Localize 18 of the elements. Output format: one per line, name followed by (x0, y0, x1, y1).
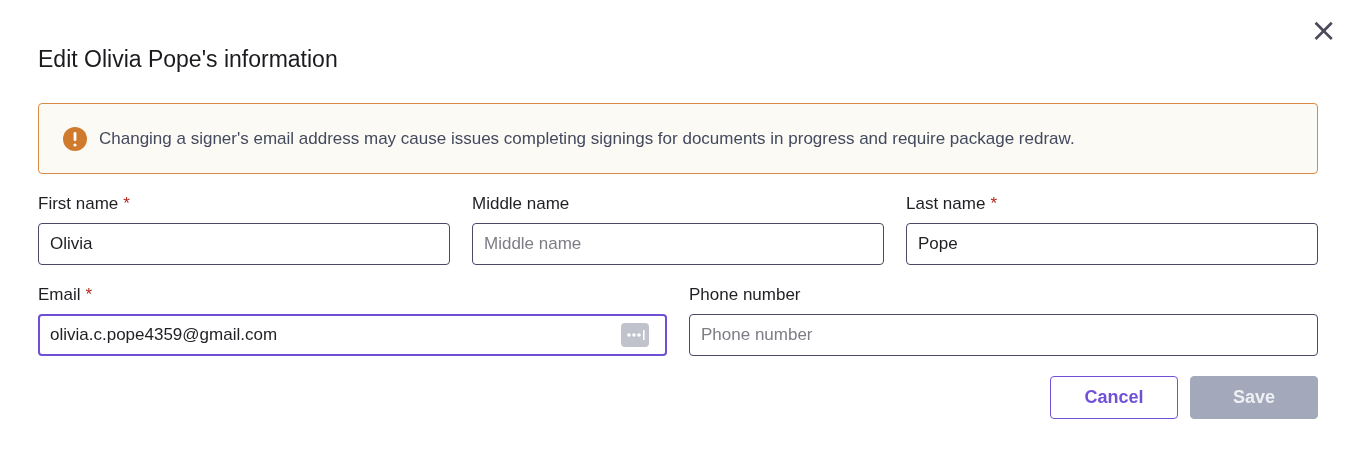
password-manager-icon[interactable] (621, 323, 649, 347)
required-mark: * (990, 194, 997, 214)
input-field[interactable]: Pope (906, 223, 1318, 265)
input-field[interactable]: Phone number (689, 314, 1318, 356)
cancel-button[interactable]: Cancel (1050, 376, 1178, 419)
input-field[interactable]: Olivia (38, 223, 450, 265)
required-mark: * (123, 194, 130, 214)
dialog-title: Edit Olivia Pope's information (38, 45, 339, 74)
required-mark: * (85, 285, 93, 305)
field-label: Last name (906, 194, 986, 214)
field-label: Email (38, 285, 81, 305)
field-label: Phone number (689, 285, 801, 305)
field-label: First name (38, 194, 119, 214)
warning-message: Changing a signer's email address may cause issues completing signings for documents in progress and require package redraw. (99, 128, 1075, 149)
input-field[interactable]: Middle name (472, 223, 884, 265)
input-field[interactable]: olivia.c.pope4359@gmail.com (38, 314, 667, 356)
warning-icon (63, 126, 87, 151)
field-label: Middle name (472, 194, 570, 214)
